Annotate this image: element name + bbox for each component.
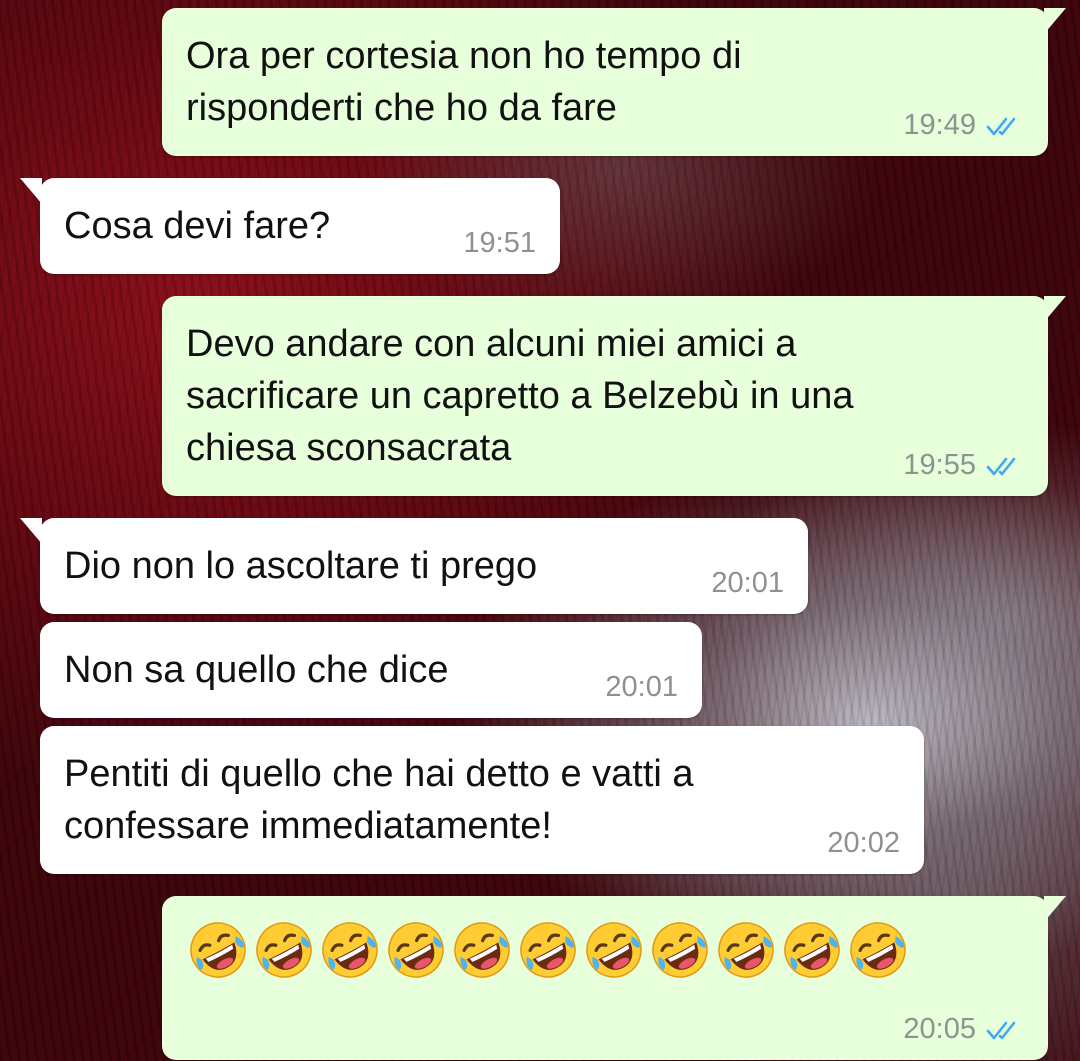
message-meta: 19:49 [903, 109, 1024, 142]
double-check-icon [986, 1021, 1016, 1039]
message-bubble-incoming[interactable]: Non sa quello che dice 20:01 [40, 622, 702, 718]
message-bubble-incoming[interactable]: Cosa devi fare? 19:51 [20, 178, 560, 274]
message-meta: 19:51 [463, 227, 536, 260]
message-meta: 20:01 [711, 567, 784, 600]
message-meta: 20:05 [903, 1013, 1024, 1046]
rolling-on-the-floor-laughing-emoji [718, 922, 774, 978]
bubble-tail [1044, 896, 1066, 922]
rolling-on-the-floor-laughing-emoji [520, 922, 576, 978]
message-meta: 19:55 [903, 449, 1024, 482]
message-time: 19:49 [903, 109, 976, 141]
rolling-on-the-floor-laughing-emoji [322, 922, 378, 978]
emoji-row [186, 918, 910, 982]
rolling-on-the-floor-laughing-emoji [256, 922, 312, 978]
message-meta: 20:01 [605, 671, 678, 704]
rolling-on-the-floor-laughing-emoji [850, 922, 906, 978]
message-text: Devo andare con alcuni miei amici a sacr… [186, 323, 854, 469]
bubble-tail [1044, 8, 1066, 34]
bubble-tail [20, 518, 42, 544]
message-time: 20:02 [827, 827, 900, 859]
message-bubble-outgoing[interactable]: 20:05 [162, 896, 1066, 1060]
double-check-icon [986, 457, 1016, 475]
message-bubble-outgoing[interactable]: Ora per cortesia non ho tempo di rispond… [162, 8, 1066, 156]
message-meta: 20:02 [827, 827, 900, 860]
bubble-tail [1044, 296, 1066, 322]
message-time: 19:55 [903, 449, 976, 481]
message-bubble-incoming[interactable]: Dio non lo ascoltare ti prego 20:01 [20, 518, 808, 614]
double-check-icon [986, 117, 1016, 135]
message-time: 20:01 [711, 567, 784, 599]
rolling-on-the-floor-laughing-emoji [586, 922, 642, 978]
message-bubble-outgoing[interactable]: Devo andare con alcuni miei amici a sacr… [162, 296, 1066, 496]
message-time: 19:51 [463, 227, 536, 259]
rolling-on-the-floor-laughing-emoji [190, 922, 246, 978]
message-time: 20:05 [903, 1013, 976, 1045]
message-time: 20:01 [605, 671, 678, 703]
message-text: Ora per cortesia non ho tempo di rispond… [186, 35, 742, 129]
bubble-tail [20, 178, 42, 204]
message-text: Non sa quello che dice [64, 649, 449, 691]
rolling-on-the-floor-laughing-emoji [652, 922, 708, 978]
message-text: Pentiti di quello che hai detto e vatti … [64, 753, 694, 847]
rolling-on-the-floor-laughing-emoji [784, 922, 840, 978]
message-text: Cosa devi fare? [64, 205, 331, 247]
rolling-on-the-floor-laughing-emoji [388, 922, 444, 978]
rolling-on-the-floor-laughing-emoji [454, 922, 510, 978]
message-text: Dio non lo ascoltare ti prego [64, 545, 538, 587]
message-bubble-incoming[interactable]: Pentiti di quello che hai detto e vatti … [40, 726, 924, 874]
